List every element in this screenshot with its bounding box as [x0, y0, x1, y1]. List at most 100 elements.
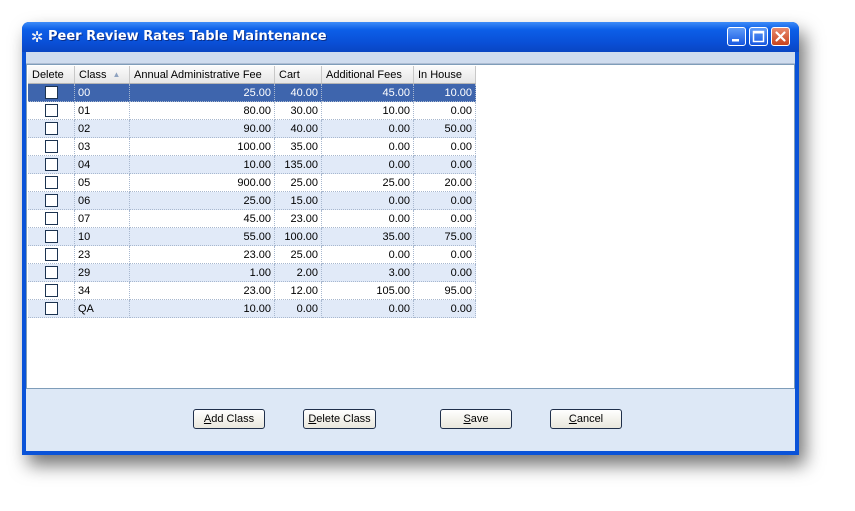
delete-checkbox[interactable] — [44, 266, 58, 279]
minimize-button[interactable] — [727, 27, 746, 46]
additional-fees-cell[interactable]: 105.00 — [321, 281, 414, 300]
add-class-button[interactable]: Add Class — [193, 409, 265, 429]
class-cell[interactable]: 07 — [74, 209, 130, 228]
table-row[interactable]: 29 1.00 2.00 3.00 0.00 — [28, 263, 476, 282]
additional-fees-cell[interactable]: 0.00 — [321, 209, 414, 228]
in-house-cell[interactable]: 0.00 — [413, 155, 476, 174]
delete-checkbox[interactable] — [44, 122, 58, 135]
save-button[interactable]: Save — [440, 409, 512, 429]
maximize-button[interactable] — [749, 27, 768, 46]
annual-admin-fee-cell[interactable]: 90.00 — [129, 119, 275, 138]
annual-admin-fee-cell[interactable]: 900.00 — [129, 173, 275, 192]
in-house-cell[interactable]: 10.00 — [413, 83, 476, 102]
additional-fees-cell[interactable]: 0.00 — [321, 245, 414, 264]
annual-admin-fee-cell[interactable]: 10.00 — [129, 155, 275, 174]
in-house-cell[interactable]: 50.00 — [413, 119, 476, 138]
table-row[interactable]: 07 45.00 23.00 0.00 0.00 — [28, 209, 476, 228]
column-header-additional-fees[interactable]: Additional Fees — [321, 66, 414, 84]
additional-fees-cell[interactable]: 0.00 — [321, 119, 414, 138]
annual-admin-fee-cell[interactable]: 23.00 — [129, 245, 275, 264]
table-row[interactable]: 34 23.00 12.00 105.00 95.00 — [28, 281, 476, 300]
cart-cell[interactable]: 135.00 — [274, 155, 322, 174]
delete-checkbox[interactable] — [44, 140, 58, 153]
rates-grid-panel[interactable]: Delete Class ▲ Annual Administrative Fee … — [26, 64, 795, 389]
delete-checkbox[interactable] — [44, 158, 58, 171]
delete-checkbox[interactable] — [44, 284, 58, 297]
additional-fees-cell[interactable]: 0.00 — [321, 155, 414, 174]
additional-fees-cell[interactable]: 25.00 — [321, 173, 414, 192]
cart-cell[interactable]: 30.00 — [274, 101, 322, 120]
cart-cell[interactable]: 2.00 — [274, 263, 322, 282]
table-row[interactable]: 23 23.00 25.00 0.00 0.00 — [28, 245, 476, 264]
cart-cell[interactable]: 0.00 — [274, 299, 322, 318]
class-cell[interactable]: 04 — [74, 155, 130, 174]
table-row[interactable]: 03 100.00 35.00 0.00 0.00 — [28, 137, 476, 156]
class-cell[interactable]: 02 — [74, 119, 130, 138]
column-header-delete[interactable]: Delete — [28, 66, 75, 84]
in-house-cell[interactable]: 0.00 — [413, 101, 476, 120]
additional-fees-cell[interactable]: 3.00 — [321, 263, 414, 282]
column-header-annual-admin-fee[interactable]: Annual Administrative Fee — [129, 66, 275, 84]
in-house-cell[interactable]: 0.00 — [413, 209, 476, 228]
annual-admin-fee-cell[interactable]: 10.00 — [129, 299, 275, 318]
column-header-class[interactable]: Class ▲ — [74, 66, 130, 84]
additional-fees-cell[interactable]: 45.00 — [321, 83, 414, 102]
in-house-cell[interactable]: 0.00 — [413, 191, 476, 210]
table-row[interactable]: 00 25.00 40.00 45.00 10.00 — [28, 83, 476, 102]
annual-admin-fee-cell[interactable]: 1.00 — [129, 263, 275, 282]
delete-checkbox[interactable] — [44, 248, 58, 261]
annual-admin-fee-cell[interactable]: 23.00 — [129, 281, 275, 300]
cart-cell[interactable]: 25.00 — [274, 173, 322, 192]
class-cell[interactable]: 34 — [74, 281, 130, 300]
cancel-button[interactable]: Cancel — [550, 409, 622, 429]
annual-admin-fee-cell[interactable]: 25.00 — [129, 191, 275, 210]
annual-admin-fee-cell[interactable]: 80.00 — [129, 101, 275, 120]
annual-admin-fee-cell[interactable]: 55.00 — [129, 227, 275, 246]
additional-fees-cell[interactable]: 35.00 — [321, 227, 414, 246]
in-house-cell[interactable]: 95.00 — [413, 281, 476, 300]
delete-checkbox[interactable] — [44, 86, 58, 99]
class-cell[interactable]: QA — [74, 299, 130, 318]
cart-cell[interactable]: 35.00 — [274, 137, 322, 156]
cart-cell[interactable]: 23.00 — [274, 209, 322, 228]
class-cell[interactable]: 10 — [74, 227, 130, 246]
class-cell[interactable]: 29 — [74, 263, 130, 282]
delete-checkbox[interactable] — [44, 230, 58, 243]
annual-admin-fee-cell[interactable]: 100.00 — [129, 137, 275, 156]
additional-fees-cell[interactable]: 0.00 — [321, 191, 414, 210]
delete-checkbox[interactable] — [44, 194, 58, 207]
annual-admin-fee-cell[interactable]: 45.00 — [129, 209, 275, 228]
cart-cell[interactable]: 15.00 — [274, 191, 322, 210]
delete-checkbox[interactable] — [44, 104, 58, 117]
in-house-cell[interactable]: 0.00 — [413, 263, 476, 282]
table-row[interactable]: 01 80.00 30.00 10.00 0.00 — [28, 101, 476, 120]
cart-cell[interactable]: 40.00 — [274, 83, 322, 102]
annual-admin-fee-cell[interactable]: 25.00 — [129, 83, 275, 102]
in-house-cell[interactable]: 0.00 — [413, 299, 476, 318]
in-house-cell[interactable]: 0.00 — [413, 137, 476, 156]
class-cell[interactable]: 23 — [74, 245, 130, 264]
class-cell[interactable]: 05 — [74, 173, 130, 192]
table-row[interactable]: 02 90.00 40.00 0.00 50.00 — [28, 119, 476, 138]
title-bar[interactable]: ✲ Peer Review Rates Table Maintenance — [22, 22, 799, 52]
table-row[interactable]: 05 900.00 25.00 25.00 20.00 — [28, 173, 476, 192]
cart-cell[interactable]: 40.00 — [274, 119, 322, 138]
delete-checkbox[interactable] — [44, 176, 58, 189]
class-cell[interactable]: 03 — [74, 137, 130, 156]
additional-fees-cell[interactable]: 0.00 — [321, 137, 414, 156]
column-header-in-house[interactable]: In House — [413, 66, 476, 84]
class-cell[interactable]: 00 — [74, 83, 130, 102]
delete-checkbox[interactable] — [44, 212, 58, 225]
delete-checkbox[interactable] — [44, 302, 58, 315]
table-row[interactable]: 06 25.00 15.00 0.00 0.00 — [28, 191, 476, 210]
cart-cell[interactable]: 12.00 — [274, 281, 322, 300]
table-row[interactable]: QA 10.00 0.00 0.00 0.00 — [28, 299, 476, 318]
column-header-cart[interactable]: Cart — [274, 66, 322, 84]
close-button[interactable] — [771, 27, 790, 46]
in-house-cell[interactable]: 75.00 — [413, 227, 476, 246]
table-row[interactable]: 10 55.00 100.00 35.00 75.00 — [28, 227, 476, 246]
class-cell[interactable]: 01 — [74, 101, 130, 120]
table-row[interactable]: 04 10.00 135.00 0.00 0.00 — [28, 155, 476, 174]
in-house-cell[interactable]: 20.00 — [413, 173, 476, 192]
additional-fees-cell[interactable]: 10.00 — [321, 101, 414, 120]
